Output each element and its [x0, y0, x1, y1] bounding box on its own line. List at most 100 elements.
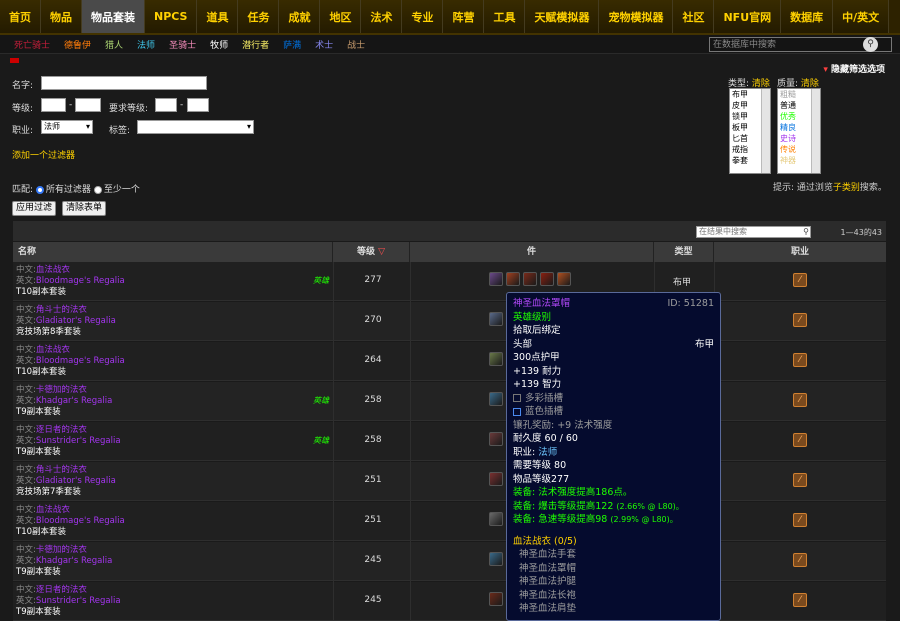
item-piece-icon[interactable] — [489, 512, 503, 526]
en-name-link[interactable]: Gladiator's Regalia — [36, 476, 116, 486]
req-level-min-input[interactable] — [155, 98, 177, 112]
table-row[interactable]: 中文:血法战衣英文:Bloodmage's RegaliaT10副本套装264布… — [13, 342, 886, 381]
scrollbar[interactable] — [761, 89, 770, 173]
en-name-link[interactable]: Khadgar's Regalia — [36, 556, 112, 566]
nav-item[interactable]: 物品 — [41, 0, 82, 33]
table-row[interactable]: 中文:逐日者的法衣 英文:Sunstrider's Regalia T9副本套装 英雄… — [13, 422, 886, 461]
mage-class-icon[interactable]: ⁄ — [793, 473, 807, 487]
nav-item[interactable]: 天赋模拟器 — [525, 0, 600, 33]
cn-name-link[interactable]: 血法战衣 — [36, 345, 70, 355]
class-link[interactable]: 萨满 — [283, 38, 301, 51]
item-piece-icon[interactable] — [540, 272, 554, 286]
subcategory-link[interactable]: 子类别 — [833, 183, 860, 193]
class-link[interactable]: 潜行者 — [242, 38, 269, 51]
item-piece-icon[interactable] — [489, 592, 503, 606]
set-item[interactable]: 神圣血法护腿 — [513, 575, 714, 589]
class-link[interactable]: 死亡骑士 — [14, 38, 50, 51]
class-link[interactable]: 猎人 — [105, 38, 123, 51]
set-item[interactable]: 神圣血法肩垫 — [513, 602, 714, 616]
cn-name-link[interactable]: 卡德加的法衣 — [36, 385, 87, 395]
nav-item[interactable]: NPCS — [145, 0, 198, 33]
class-link[interactable]: 法师 — [137, 38, 155, 51]
level-min-input[interactable] — [41, 98, 66, 112]
item-piece-icon[interactable] — [489, 552, 503, 566]
mage-class-icon[interactable]: ⁄ — [793, 433, 807, 447]
search-icon[interactable]: ⚲ — [803, 227, 809, 237]
en-name-link[interactable]: Bloodmage's Regalia — [36, 516, 125, 526]
class-link[interactable]: 战士 — [347, 38, 365, 51]
level-max-input[interactable] — [75, 98, 101, 112]
cn-name-link[interactable]: 逐日者的法衣 — [36, 425, 87, 435]
table-row[interactable]: 中文:血法战衣 英文:Bloodmage's Regalia T10副本套装 英雄 27… — [13, 262, 886, 301]
item-piece-icon[interactable] — [489, 392, 503, 406]
class-link[interactable]: 术士 — [315, 38, 333, 51]
nav-item[interactable]: 社区 — [673, 0, 715, 33]
class-link[interactable]: 牧师 — [210, 38, 228, 51]
mage-class-icon[interactable]: ⁄ — [793, 273, 807, 287]
item-piece-icon[interactable] — [557, 272, 571, 286]
quality-listbox[interactable]: 粗糙 普通 优秀 精良 史诗 传说 神器 — [777, 88, 821, 174]
nav-item[interactable]: 宠物模拟器 — [599, 0, 674, 33]
match-all-radio[interactable] — [35, 185, 44, 194]
cn-name-link[interactable]: 角斗士的法衣 — [36, 465, 87, 475]
en-name-link[interactable]: Gladiator's Regalia — [36, 316, 116, 326]
cn-name-link[interactable]: 逐日者的法衣 — [36, 585, 87, 595]
apply-filter-button[interactable]: 应用过滤 — [12, 201, 57, 216]
item-piece-icon[interactable] — [489, 472, 503, 486]
nav-item[interactable]: 中/英文 — [833, 0, 890, 33]
table-row[interactable]: 中文:角斗士的法衣 英文:Gladiator's Regalia 竞技场第7季套装 2… — [13, 462, 886, 501]
cn-name-link[interactable]: 血法战衣 — [36, 265, 70, 275]
name-input[interactable] — [41, 76, 207, 90]
nav-item[interactable]: 数据库 — [781, 0, 834, 33]
table-row[interactable]: 中文:卡德加的法衣 英文:Khadgar's Regalia T9副本套装 英雄 258… — [13, 382, 886, 421]
item-piece-icon[interactable] — [489, 352, 503, 366]
type-listbox[interactable]: 布甲 皮甲 锁甲 板甲 匕首 戒指 拳套 — [729, 88, 771, 174]
en-name-link[interactable]: Bloodmage's Regalia — [36, 356, 125, 366]
en-name-link[interactable]: Bloodmage's Regalia — [36, 276, 125, 286]
col-level[interactable]: 等级 ▽ — [333, 242, 410, 262]
set-item[interactable]: 神圣血法长袍 — [513, 589, 714, 603]
nav-item[interactable]: 工具 — [484, 0, 526, 33]
match-one-radio[interactable] — [93, 185, 102, 194]
mage-class-icon[interactable]: ⁄ — [793, 553, 807, 567]
nav-item[interactable]: 阵营 — [443, 0, 485, 33]
col-name[interactable]: 名称 — [13, 242, 333, 262]
mage-class-icon[interactable]: ⁄ — [793, 593, 807, 607]
item-piece-icon[interactable] — [489, 432, 503, 446]
add-filter-link[interactable]: 添加一个过滤器 — [12, 148, 75, 161]
search-icon[interactable]: ⚲ — [863, 37, 878, 52]
table-row[interactable]: 中文:血法战衣英文:Bloodmage's RegaliaT10副本套装251布… — [13, 502, 886, 541]
class-link[interactable]: 德鲁伊 — [64, 38, 91, 51]
class-link[interactable]: 圣骑士 — [169, 38, 196, 51]
hide-filter-link[interactable]: ▾ 隐藏筛选选项 — [823, 62, 885, 75]
set-item[interactable]: 神圣血法手套 — [513, 548, 714, 562]
nav-item[interactable]: 物品套装 — [82, 0, 145, 33]
clear-form-button[interactable]: 清除表单 — [62, 201, 107, 216]
cn-name-link[interactable]: 血法战衣 — [36, 505, 70, 515]
nav-item[interactable]: 首页 — [0, 0, 41, 33]
item-piece-icon[interactable] — [489, 272, 503, 286]
table-row[interactable]: 中文:卡德加的法衣英文:Khadgar's RegaliaT9副本套装245布甲… — [13, 542, 886, 581]
en-name-link[interactable]: Khadgar's Regalia — [36, 396, 112, 406]
set-item[interactable]: 神圣血法罩帽 — [513, 562, 714, 576]
nav-item[interactable]: 专业 — [402, 0, 444, 33]
tooltip-class-value[interactable]: 法师 — [538, 447, 557, 458]
en-name-link[interactable]: Sunstrider's Regalia — [36, 596, 121, 606]
nav-item[interactable]: 任务 — [238, 0, 280, 33]
mage-class-icon[interactable]: ⁄ — [793, 393, 807, 407]
mage-class-icon[interactable]: ⁄ — [793, 353, 807, 367]
req-level-max-input[interactable] — [187, 98, 209, 112]
cn-name-link[interactable]: 卡德加的法衣 — [36, 545, 87, 555]
tag-select[interactable] — [137, 120, 254, 134]
table-row[interactable]: 中文:逐日者的法衣 英文:Sunstrider's Regalia T9副本套装 24… — [13, 582, 886, 621]
item-piece-icon[interactable] — [523, 272, 537, 286]
mage-class-icon[interactable]: ⁄ — [793, 513, 807, 527]
class-select[interactable]: 法师 — [41, 120, 93, 134]
col-type[interactable]: 类型 — [654, 242, 714, 262]
scrollbar[interactable] — [811, 89, 820, 173]
en-name-link[interactable]: Sunstrider's Regalia — [36, 436, 121, 446]
nav-item[interactable]: 成就 — [279, 0, 321, 33]
db-search-input[interactable]: 在数据库中搜索 ⚲ — [709, 37, 892, 52]
results-search-input[interactable]: 在结果中搜索 ⚲ — [696, 226, 811, 238]
nav-item[interactable]: 地区 — [320, 0, 362, 33]
